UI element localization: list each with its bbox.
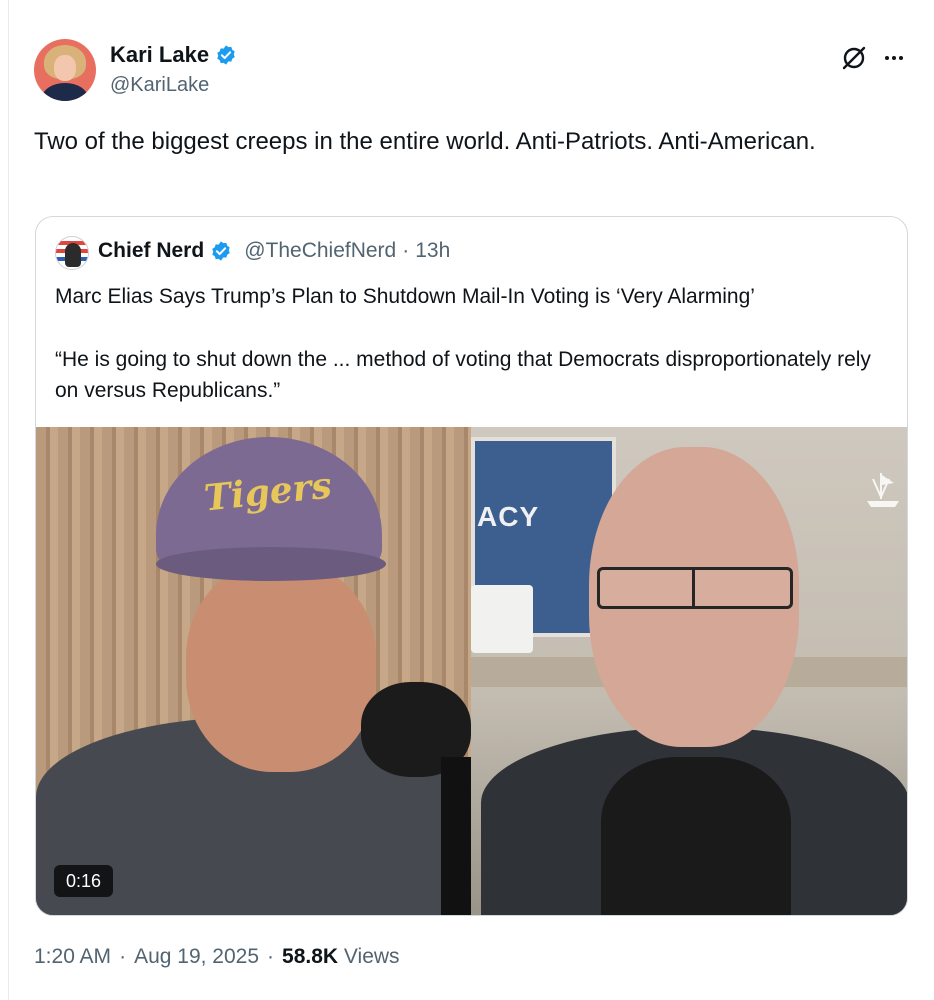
guest-glasses [597, 567, 793, 609]
quoted-quote: “He is going to shut down the ... method… [55, 348, 871, 402]
author-display-name[interactable]: Kari Lake [110, 42, 209, 68]
speaker-face [186, 562, 376, 772]
avatar-body [42, 83, 88, 101]
speaker-cap-brim [156, 547, 386, 581]
quoted-handle[interactable]: @TheChiefNerd [244, 239, 396, 263]
more-options-icon[interactable] [880, 44, 908, 72]
tweet-date[interactable]: Aug 19, 2025 [134, 945, 259, 969]
video-right-speaker: ACY [471, 427, 907, 915]
verified-badge-icon [217, 45, 235, 65]
ship-watermark-icon [867, 473, 899, 507]
quoted-headline: Marc Elias Says Trump’s Plan to Shutdown… [55, 285, 755, 308]
tweet-time[interactable]: 1:20 AM [34, 945, 111, 969]
video-left-speaker: Tigers [36, 427, 471, 915]
separator: · [402, 239, 410, 262]
quoted-author-avatar[interactable] [55, 236, 89, 270]
guest-shirt [601, 757, 791, 915]
views-count[interactable]: 58.8K [282, 945, 338, 968]
quoted-author-row: Chief Nerd @TheChiefNerd · 13h [98, 239, 450, 263]
microphone-stand [441, 757, 471, 915]
views-label: Views [343, 945, 400, 968]
quoted-tweet[interactable]: Chief Nerd @TheChiefNerd · 13h Marc Elia… [35, 216, 908, 916]
separator: · [119, 945, 127, 968]
author-name-row: Kari Lake [110, 42, 237, 68]
tweet-text: Two of the biggest creeps in the entire … [34, 128, 816, 155]
video-player[interactable]: Tigers ACY 0:16 [36, 427, 907, 915]
separator: · [267, 945, 275, 968]
quoted-display-name[interactable]: Chief Nerd [98, 239, 204, 263]
tweet-meta: 1:20 AM · Aug 19, 2025 · 58.8K Views [34, 945, 400, 969]
avatar-face [54, 55, 76, 81]
quoted-timestamp[interactable]: 13h [415, 239, 450, 263]
author-avatar[interactable] [34, 39, 96, 101]
divider [8, 0, 9, 1000]
background-mug [471, 585, 533, 653]
video-duration-badge: 0:16 [54, 865, 114, 897]
author-handle[interactable]: @KariLake [110, 74, 209, 97]
tweet-card: Kari Lake @KariLake Two of the biggest c… [0, 0, 934, 1000]
quoted-text: Marc Elias Says Trump’s Plan to Shutdown… [55, 281, 895, 406]
verified-badge-icon [212, 241, 230, 261]
grok-icon[interactable] [840, 44, 868, 72]
poster-text: ACY [477, 501, 540, 532]
